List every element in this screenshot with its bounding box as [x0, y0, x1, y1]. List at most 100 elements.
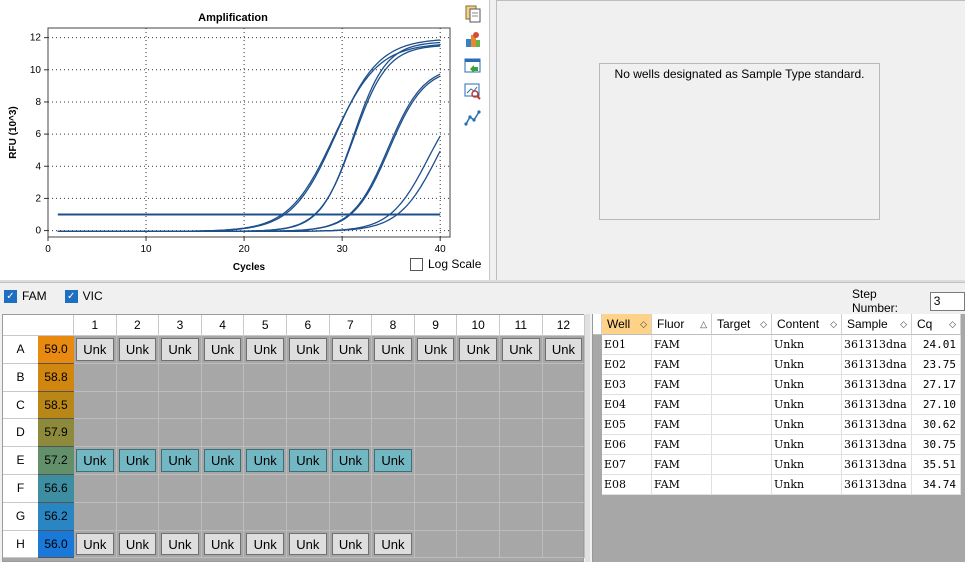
- well-g11[interactable]: [500, 502, 543, 531]
- well-f3[interactable]: [159, 475, 202, 503]
- well-h11[interactable]: [500, 530, 543, 559]
- well-g5[interactable]: [244, 502, 287, 531]
- well-g2[interactable]: [116, 502, 160, 531]
- column-header-fluor[interactable]: Fluor △: [652, 314, 712, 335]
- well-g6[interactable]: [287, 502, 330, 531]
- plot-settings-icon[interactable]: [463, 108, 483, 128]
- well-b5[interactable]: [244, 363, 287, 392]
- column-header-9[interactable]: 9: [414, 315, 458, 336]
- well-d7[interactable]: [329, 419, 373, 448]
- well-e12[interactable]: [542, 447, 586, 475]
- well-d8[interactable]: [372, 419, 415, 448]
- well-e3[interactable]: Unk: [159, 447, 202, 475]
- well-a2[interactable]: Unk: [116, 336, 160, 364]
- well-h4[interactable]: Unk: [201, 530, 245, 559]
- well-e9[interactable]: [414, 447, 458, 475]
- well-c6[interactable]: [287, 391, 330, 420]
- well-f1[interactable]: [74, 475, 117, 503]
- well-d11[interactable]: [500, 419, 543, 448]
- column-header-sample[interactable]: Sample ◇: [842, 314, 912, 335]
- well-f12[interactable]: [542, 475, 586, 503]
- row-header-c[interactable]: C: [3, 391, 38, 420]
- well-c5[interactable]: [244, 391, 287, 420]
- well-c3[interactable]: [159, 391, 202, 420]
- column-header-3[interactable]: 3: [159, 315, 202, 336]
- well-a3[interactable]: Unk: [159, 336, 202, 364]
- table-row[interactable]: E07 FAM Unkn 361313dna 35.51: [602, 455, 961, 475]
- fam-checkbox[interactable]: ✓: [4, 289, 17, 303]
- well-a7[interactable]: Unk: [329, 336, 373, 364]
- table-row[interactable]: E03 FAM Unkn 361313dna 27.17: [602, 375, 961, 395]
- well-a11[interactable]: Unk: [500, 336, 543, 364]
- column-header-8[interactable]: 8: [372, 315, 415, 336]
- well-f9[interactable]: [414, 475, 458, 503]
- log-scale-toggle[interactable]: Log Scale: [410, 257, 481, 271]
- well-g1[interactable]: [74, 502, 117, 531]
- well-e1[interactable]: Unk: [74, 447, 117, 475]
- well-e2[interactable]: Unk: [116, 447, 160, 475]
- well-f7[interactable]: [329, 475, 373, 503]
- well-d4[interactable]: [201, 419, 245, 448]
- column-header-1[interactable]: 1: [74, 315, 117, 336]
- well-e7[interactable]: Unk: [329, 447, 373, 475]
- well-e6[interactable]: Unk: [287, 447, 330, 475]
- well-h8[interactable]: Unk: [372, 530, 415, 559]
- well-c10[interactable]: [457, 391, 500, 420]
- vic-checkbox[interactable]: ✓: [64, 289, 78, 303]
- well-h3[interactable]: Unk: [159, 530, 202, 559]
- well-b6[interactable]: [287, 363, 330, 392]
- well-e8[interactable]: Unk: [372, 447, 415, 475]
- column-header-content[interactable]: Content ◇: [772, 314, 842, 335]
- export-icon[interactable]: [463, 30, 483, 50]
- well-f10[interactable]: [457, 475, 500, 503]
- well-g9[interactable]: [414, 502, 458, 531]
- well-b11[interactable]: [500, 363, 543, 392]
- well-b8[interactable]: [372, 363, 415, 392]
- well-b4[interactable]: [201, 363, 245, 392]
- well-d9[interactable]: [414, 419, 458, 448]
- table-row[interactable]: E02 FAM Unkn 361313dna 23.75: [602, 355, 961, 375]
- row-header-f[interactable]: F: [3, 475, 38, 503]
- table-row[interactable]: E04 FAM Unkn 361313dna 27.10: [602, 395, 961, 415]
- well-d1[interactable]: [74, 419, 117, 448]
- column-header-10[interactable]: 10: [457, 315, 500, 336]
- well-d5[interactable]: [244, 419, 287, 448]
- well-c1[interactable]: [74, 391, 117, 420]
- column-header-well[interactable]: Well ◇: [602, 314, 652, 335]
- well-h2[interactable]: Unk: [116, 530, 160, 559]
- well-e5[interactable]: Unk: [244, 447, 287, 475]
- well-c11[interactable]: [500, 391, 543, 420]
- row-header-h[interactable]: H: [3, 530, 38, 559]
- well-d2[interactable]: [116, 419, 160, 448]
- well-a10[interactable]: Unk: [457, 336, 500, 364]
- well-a9[interactable]: Unk: [414, 336, 458, 364]
- column-header-11[interactable]: 11: [500, 315, 543, 336]
- log-scale-checkbox[interactable]: [410, 257, 423, 271]
- row-header-g[interactable]: G: [3, 502, 38, 531]
- well-d10[interactable]: [457, 419, 500, 448]
- column-header-7[interactable]: 7: [329, 315, 373, 336]
- well-g4[interactable]: [201, 502, 245, 531]
- well-a6[interactable]: Unk: [287, 336, 330, 364]
- save-image-icon[interactable]: [463, 56, 483, 76]
- well-g7[interactable]: [329, 502, 373, 531]
- well-d6[interactable]: [287, 419, 330, 448]
- well-g8[interactable]: [372, 502, 415, 531]
- well-b9[interactable]: [414, 363, 458, 392]
- well-c7[interactable]: [329, 391, 373, 420]
- well-h10[interactable]: [457, 530, 500, 559]
- fluor-vic[interactable]: ✓ VIC: [64, 289, 103, 303]
- well-c9[interactable]: [414, 391, 458, 420]
- row-header-a[interactable]: A: [3, 336, 38, 364]
- well-b12[interactable]: [542, 363, 586, 392]
- well-a5[interactable]: Unk: [244, 336, 287, 364]
- step-number-input[interactable]: 3: [929, 291, 965, 311]
- well-h12[interactable]: [542, 530, 586, 559]
- well-b2[interactable]: [116, 363, 160, 392]
- well-e10[interactable]: [457, 447, 500, 475]
- column-header-2[interactable]: 2: [116, 315, 160, 336]
- well-h6[interactable]: Unk: [287, 530, 330, 559]
- well-h7[interactable]: Unk: [329, 530, 373, 559]
- well-b7[interactable]: [329, 363, 373, 392]
- well-a8[interactable]: Unk: [372, 336, 415, 364]
